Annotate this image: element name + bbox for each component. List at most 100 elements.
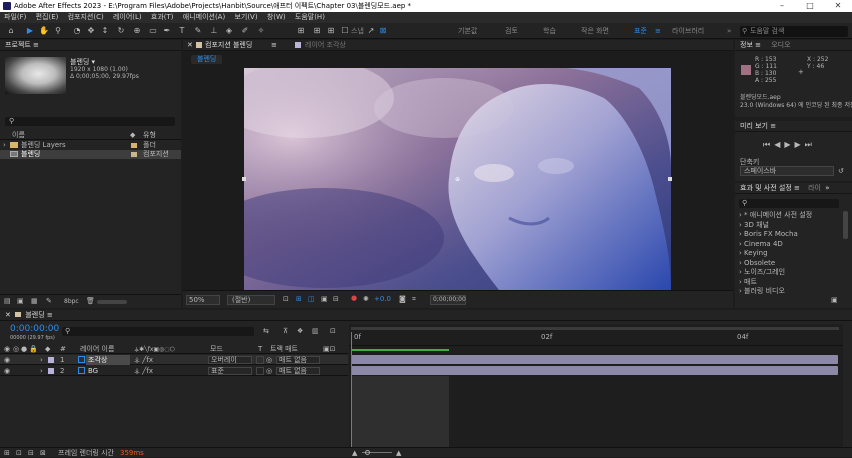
help-search-input[interactable]: ⚲ 도움말 검색	[740, 26, 848, 37]
transform-handle[interactable]	[668, 177, 672, 181]
lock-icon[interactable]: 🔒	[29, 345, 38, 354]
panel-menu-icon[interactable]: ≡	[271, 40, 277, 51]
workspace-standard[interactable]: 표준	[634, 26, 647, 36]
settings-icon[interactable]: ✎	[46, 297, 52, 305]
layer-duration-bar[interactable]	[351, 366, 838, 375]
play-icon[interactable]: ▶	[784, 140, 794, 149]
preserve-transparency-checkbox[interactable]	[256, 356, 264, 364]
menu-effect[interactable]: 효과(T)	[151, 13, 174, 21]
minimize-button[interactable]: –	[768, 0, 796, 12]
layer-duration-bar[interactable]	[351, 355, 838, 364]
exposure-value[interactable]: +0.0	[374, 295, 391, 303]
menu-help[interactable]: 도움말(H)	[295, 13, 325, 21]
col-mode[interactable]: 모드	[210, 345, 223, 354]
panel-menu-icon[interactable]: ≡	[755, 41, 761, 49]
tab-effects[interactable]: 효과 및 사전 설정	[740, 184, 792, 192]
switches-icons[interactable]: ⚶ ╱fx	[134, 366, 153, 376]
dolly-tool-icon[interactable]: ↕	[100, 26, 110, 36]
maximize-button[interactable]: □	[796, 0, 824, 12]
workspace-review[interactable]: 검토	[505, 26, 518, 36]
zoom-tool-icon[interactable]: ⚲	[53, 26, 63, 36]
view-axis-icon[interactable]: ⊞	[326, 26, 336, 36]
col-track-matte[interactable]: 트랙 매트	[270, 345, 298, 354]
tab-libraries[interactable]: 라이	[808, 184, 821, 192]
roto-tool-icon[interactable]: ✐	[240, 26, 250, 36]
tab-info[interactable]: 정보	[740, 41, 753, 49]
shortcut-dropdown[interactable]: 스페이스바	[740, 166, 834, 176]
composition-viewer[interactable]: ⊕	[244, 68, 671, 290]
menu-edit[interactable]: 편집(E)	[36, 13, 59, 21]
transparency-grid-icon[interactable]: ⊞	[296, 295, 302, 303]
layer-row[interactable]: ◉ › 1 조각상 ⚶ ╱fx 오버레이 ◎ 매트 없음	[0, 355, 348, 365]
clone-tool-icon[interactable]: ⊥	[209, 26, 219, 36]
mode-dropdown[interactable]: 표준	[208, 367, 252, 375]
pan-tool-icon[interactable]: ✥	[86, 26, 96, 36]
panel-menu-icon[interactable]: ≡	[47, 311, 53, 319]
type-tool-icon[interactable]: T	[177, 26, 187, 36]
menu-file[interactable]: 파일(F)	[4, 13, 26, 21]
new-comp-icon[interactable]: ▦	[31, 297, 38, 305]
exposure-icon[interactable]: ✺	[363, 295, 369, 303]
snap-checkbox[interactable]: ☐	[340, 26, 350, 36]
label-color[interactable]	[48, 368, 54, 374]
layer-name[interactable]: 조각상	[86, 355, 130, 365]
current-time-field[interactable]: 0;00;00;00	[430, 295, 466, 305]
effects-search-input[interactable]: ⚲	[739, 199, 839, 208]
audio-icon[interactable]: ◎	[13, 345, 19, 354]
preserve-transparency-checkbox[interactable]	[256, 367, 264, 375]
close-tab-icon[interactable]: ✕	[5, 311, 11, 319]
effect-category[interactable]: › * 애니메이션 사전 설정	[739, 211, 812, 221]
transform-handle[interactable]	[242, 177, 246, 181]
panel-menu-icon[interactable]: ≡	[794, 184, 800, 192]
close-button[interactable]: ✕	[824, 0, 852, 12]
brush-tool-icon[interactable]: ✎	[193, 26, 203, 36]
effect-category[interactable]: › Obsolete	[739, 259, 812, 269]
effect-category[interactable]: › 매트	[739, 278, 812, 288]
col-name[interactable]: 이름	[12, 131, 25, 140]
col-layer-name[interactable]: 레이어 이름	[80, 345, 114, 354]
tab-composition[interactable]: 컴포지션 블렌딩	[205, 40, 252, 51]
reset-icon[interactable]: ↺	[838, 167, 844, 175]
menu-window[interactable]: 창(W)	[267, 13, 286, 21]
effect-category[interactable]: › Boris FX Mocha	[739, 230, 812, 240]
timeline-graph-area[interactable]: 0f 02f 04f	[349, 324, 843, 457]
workspace-learn[interactable]: 학습	[543, 26, 556, 36]
project-search-input[interactable]: ⚲	[5, 117, 175, 126]
workspace-default[interactable]: 기본값	[458, 26, 477, 36]
snapshot-icon[interactable]: ◙	[399, 295, 406, 303]
workspace-menu-icon[interactable]: ≡	[655, 26, 661, 36]
matte-dropdown[interactable]: 매트 없음	[276, 367, 320, 375]
prev-frame-icon[interactable]: ◀	[774, 140, 784, 149]
project-tab[interactable]: 프로젝트 ≡	[0, 40, 181, 51]
menu-view[interactable]: 보기(V)	[234, 13, 257, 21]
project-row[interactable]: › 블렌딩 Layers 폴더	[0, 141, 181, 150]
region-icon[interactable]: ⊡	[283, 295, 289, 303]
timeline-scrollbar[interactable]	[843, 324, 852, 457]
menu-composition[interactable]: 컴포지션(C)	[68, 13, 104, 21]
timeline-search-input[interactable]: ⚲	[62, 327, 254, 336]
matte-pickwhip-icon[interactable]: ◎	[266, 355, 272, 365]
matte-dropdown[interactable]: 매트 없음	[276, 356, 320, 364]
expand-icon[interactable]: ›	[40, 355, 43, 365]
shy-layers-icon[interactable]: ❖	[297, 327, 303, 335]
label-color[interactable]	[48, 357, 54, 363]
time-ruler[interactable]: 0f 02f 04f	[349, 332, 843, 346]
more-tabs-icon[interactable]: »	[825, 184, 829, 192]
guides-icon[interactable]: ▣	[321, 295, 328, 303]
grid-snap-icon[interactable]: ⊠	[378, 26, 388, 36]
project-row[interactable]: 블렌딩 컴포지션	[0, 150, 181, 159]
home-icon[interactable]: ⌂	[6, 26, 16, 36]
workspace-libraries[interactable]: 라이브러리	[672, 26, 704, 36]
zoom-dropdown[interactable]: 50%	[186, 295, 220, 305]
effect-category[interactable]: › 3D 채널	[739, 221, 812, 231]
puppet-tool-icon[interactable]: ✧	[256, 26, 266, 36]
effects-scrollbar[interactable]	[843, 211, 848, 239]
snap-icon[interactable]: ↗	[366, 26, 376, 36]
current-time-display[interactable]: 0:00:00:00	[10, 324, 59, 334]
anchor-point-icon[interactable]: ⊕	[455, 176, 460, 183]
bpc-label[interactable]: 8bpc	[64, 298, 79, 305]
draft-3d-icon[interactable]: ⊼	[283, 327, 288, 335]
anchor-tool-icon[interactable]: ⊕	[132, 26, 142, 36]
close-tab-icon[interactable]: ✕	[187, 40, 193, 51]
tab-preview[interactable]: 미리 보기	[740, 122, 768, 130]
